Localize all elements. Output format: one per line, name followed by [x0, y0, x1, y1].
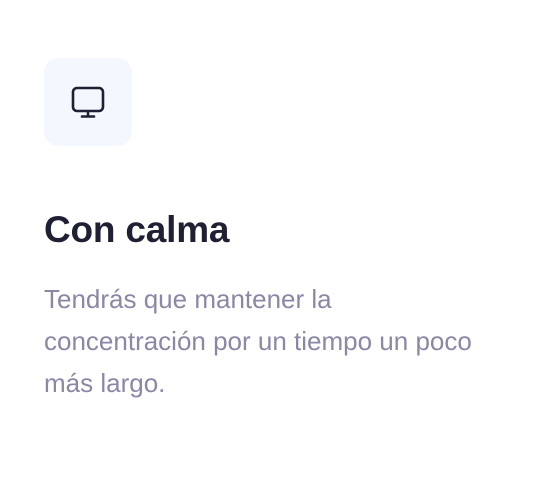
- icon-tile: [44, 58, 132, 146]
- card-description: Tendrás que mantener la concentración po…: [44, 284, 472, 398]
- option-card: Con calma Tendrás que mantener la concen…: [0, 0, 560, 504]
- monitor-icon: [71, 86, 105, 118]
- card-title: Con calma: [44, 209, 230, 250]
